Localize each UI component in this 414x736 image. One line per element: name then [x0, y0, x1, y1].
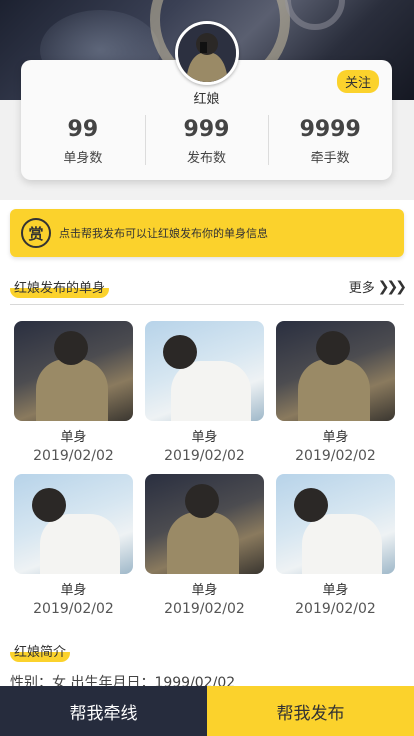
single-date: 2019/02/02: [295, 448, 376, 464]
single-card[interactable]: 单身 2019/02/02: [145, 474, 264, 627]
single-title: 单身: [60, 430, 87, 445]
single-date: 2019/02/02: [33, 448, 114, 464]
section-title: 红娘发布的单身: [10, 280, 110, 298]
singles-grid: 单身 2019/02/02 单身 2019/02/02 单身 2019/02/02 单身 20…: [14, 321, 395, 627]
single-date: 2019/02/02: [295, 601, 376, 617]
avatar[interactable]: [175, 21, 239, 85]
stat-matched: 9999 牵手数: [268, 115, 392, 167]
photo-figure: [54, 331, 88, 365]
single-date: 2019/02/02: [164, 448, 245, 464]
photo-figure: [36, 359, 108, 421]
match-me-button[interactable]: 帮我牵线: [0, 686, 207, 736]
photo-figure: [316, 331, 350, 365]
stat-value: 999: [183, 117, 230, 142]
photo-figure: [294, 488, 328, 522]
reward-notice[interactable]: 赏 点击帮我发布可以让红娘发布你的单身信息: [10, 209, 404, 257]
avatar-photo: [178, 24, 236, 82]
stat-singles: 99 单身数: [21, 115, 145, 167]
stat-value: 9999: [299, 117, 361, 142]
photo-figure: [298, 359, 370, 421]
notice-text: 点击帮我发布可以让红娘发布你的单身信息: [59, 227, 268, 240]
photo-figure: [185, 484, 219, 518]
matchmaker-name: 红娘: [193, 92, 220, 107]
single-card[interactable]: 单身 2019/02/02: [276, 321, 395, 474]
singles-section-header: 红娘发布的单身 更多 ❯❯❯: [10, 277, 407, 298]
single-photo: [14, 321, 133, 421]
single-title: 单身: [322, 583, 349, 598]
single-date: 2019/02/02: [164, 601, 245, 617]
more-label: 更多: [348, 281, 375, 296]
publish-for-me-button[interactable]: 帮我发布: [207, 686, 414, 736]
single-title: 单身: [322, 430, 349, 445]
stat-value: 99: [67, 117, 99, 142]
single-title: 单身: [191, 430, 218, 445]
photo-figure: [171, 361, 251, 421]
reward-icon: 赏: [21, 218, 51, 248]
photo-figure: [40, 514, 120, 574]
single-photo: [276, 321, 395, 421]
single-title: 单身: [191, 583, 218, 598]
single-photo: [145, 474, 264, 574]
stat-label: 单身数: [63, 151, 103, 166]
stats-row: 99 单身数 999 发布数 9999 牵手数: [21, 115, 392, 167]
more-link[interactable]: 更多 ❯❯❯: [348, 277, 407, 297]
bottom-action-bar: 帮我牵线 帮我发布: [0, 686, 414, 736]
single-date: 2019/02/02: [33, 601, 114, 617]
single-photo: [14, 474, 133, 574]
stat-published: 999 发布数: [144, 115, 269, 167]
single-photo: [276, 474, 395, 574]
single-card[interactable]: 单身 2019/02/02: [14, 474, 133, 627]
stat-label: 发布数: [187, 151, 227, 166]
section-divider: [10, 304, 404, 305]
banner-decoration: [285, 0, 345, 30]
single-photo: [145, 321, 264, 421]
single-card[interactable]: 单身 2019/02/02: [14, 321, 133, 474]
photo-figure: [167, 512, 239, 574]
photo-figure: [302, 514, 382, 574]
photo-figure: [32, 488, 66, 522]
stat-label: 牵手数: [310, 151, 350, 166]
single-card[interactable]: 单身 2019/02/02: [276, 474, 395, 627]
intro-section-header: 红娘简介: [10, 641, 404, 662]
photo-figure: [163, 335, 197, 369]
chevron-right-icon: ❯❯❯: [377, 278, 407, 295]
single-title: 单身: [60, 583, 87, 598]
section-title: 红娘简介: [10, 644, 71, 662]
single-card[interactable]: 单身 2019/02/02: [145, 321, 264, 474]
